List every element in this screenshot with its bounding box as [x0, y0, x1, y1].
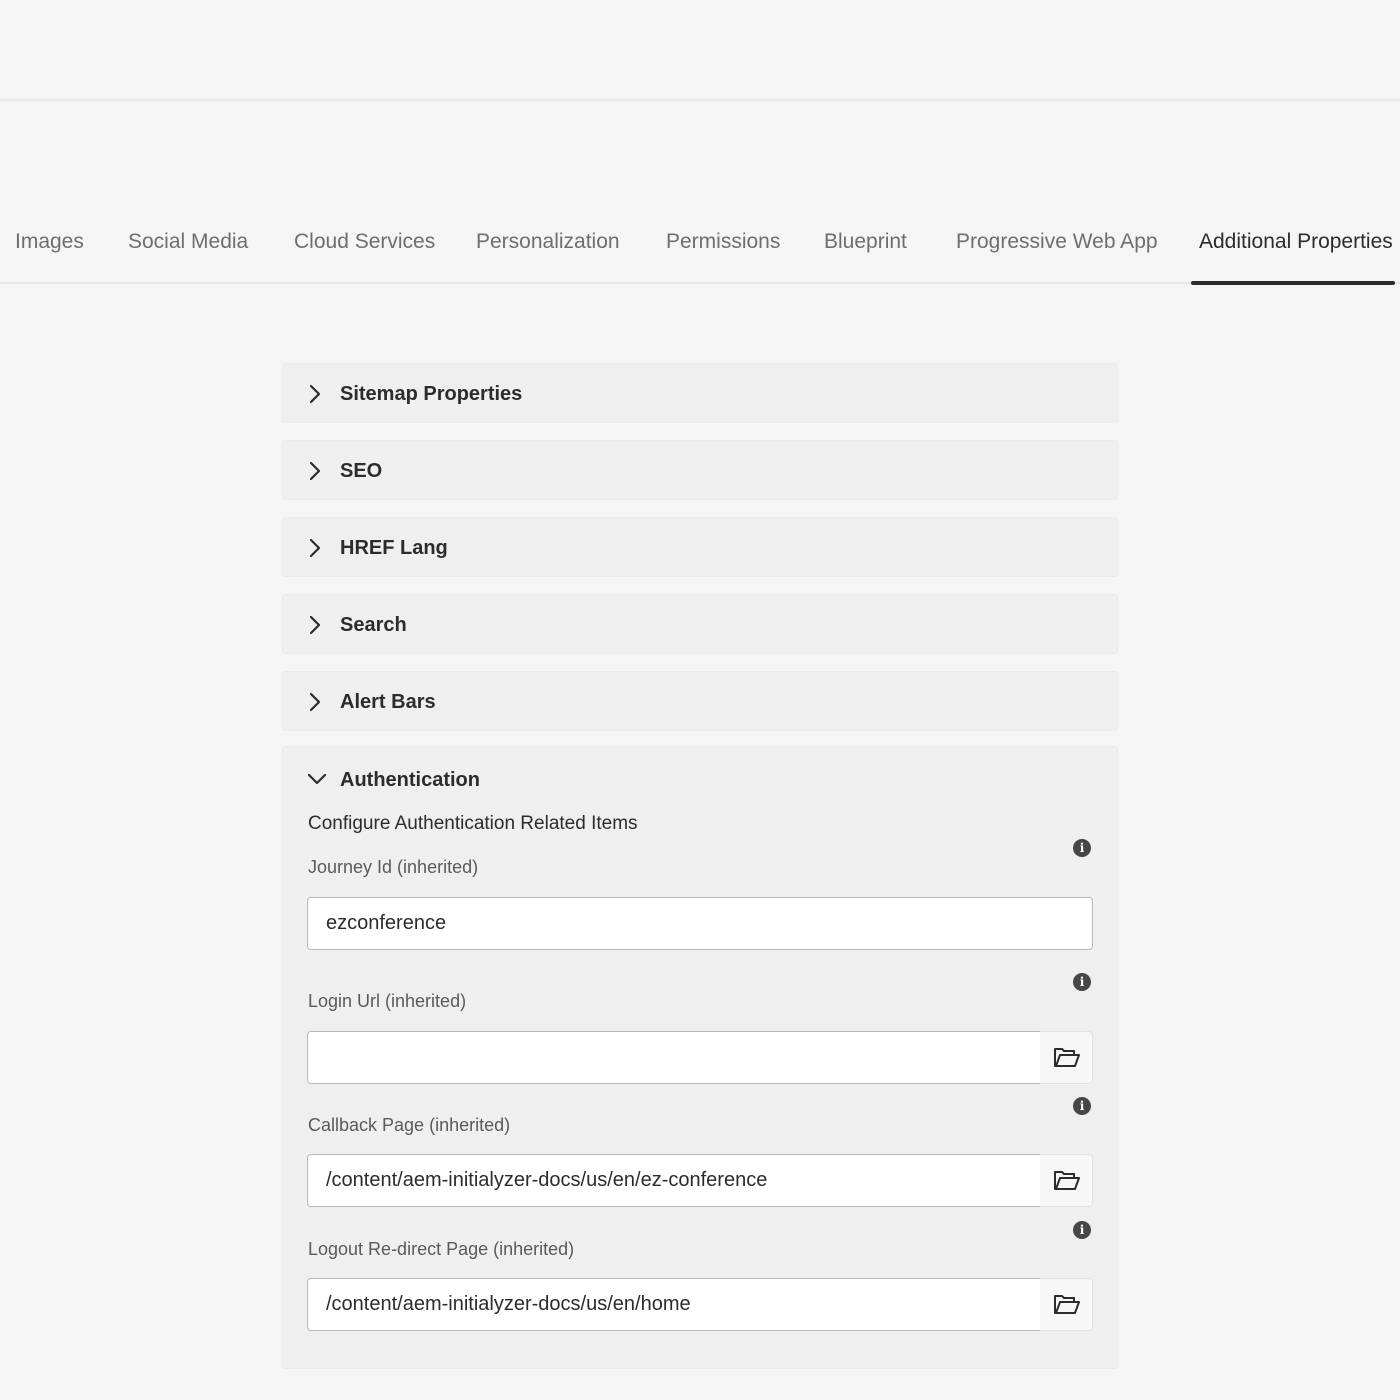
- active-tab-indicator: [1191, 281, 1395, 285]
- journey-id-input[interactable]: [307, 897, 1093, 950]
- accordion-title: Sitemap Properties: [340, 383, 523, 405]
- info-icon[interactable]: i: [1073, 1221, 1091, 1239]
- chevron-right-icon: [309, 615, 321, 635]
- accordion-title: HREF Lang: [340, 537, 448, 559]
- tab-images[interactable]: Images: [15, 230, 84, 284]
- folder-open-icon: [1054, 1295, 1080, 1314]
- accordion-title: Alert Bars: [340, 691, 436, 713]
- tab-progressive-web-app[interactable]: Progressive Web App: [956, 230, 1158, 284]
- chevron-right-icon: [309, 538, 321, 558]
- info-icon[interactable]: i: [1073, 1097, 1091, 1115]
- callback-page-label: Callback Page (inherited): [308, 1115, 511, 1135]
- accordion-search[interactable]: Search: [282, 594, 1118, 654]
- folder-open-icon: [1054, 1171, 1080, 1190]
- logout-redirect-page-label: Logout Re-direct Page (inherited): [308, 1239, 575, 1259]
- section-description: Configure Authentication Related Items: [308, 813, 638, 834]
- accordion-title: SEO: [340, 460, 383, 482]
- logout-redirect-page-input[interactable]: [307, 1278, 1041, 1331]
- journey-id-label: Journey Id (inherited): [308, 857, 479, 877]
- top-bar: [0, 0, 1400, 101]
- chevron-right-icon: [309, 692, 321, 712]
- tab-blueprint[interactable]: Blueprint: [824, 230, 907, 284]
- info-icon[interactable]: i: [1073, 973, 1091, 991]
- accordion-title: Search: [340, 614, 407, 636]
- chevron-right-icon: [309, 461, 321, 481]
- tab-permissions[interactable]: Permissions: [666, 230, 780, 284]
- accordion-title[interactable]: Authentication: [340, 769, 480, 792]
- login-url-browse-button[interactable]: [1040, 1031, 1093, 1084]
- folder-open-icon: [1054, 1048, 1080, 1067]
- accordion-alert-bars[interactable]: Alert Bars: [282, 671, 1118, 731]
- accordion-seo[interactable]: SEO: [282, 440, 1118, 500]
- accordion-href-lang[interactable]: HREF Lang: [282, 517, 1118, 577]
- chevron-right-icon: [309, 384, 321, 404]
- tab-personalization[interactable]: Personalization: [476, 230, 620, 284]
- accordion-authentication: Authentication Configure Authentication …: [282, 746, 1118, 1369]
- tab-bar: Images Social Media Cloud Services Perso…: [0, 208, 1400, 284]
- logout-redirect-page-browse-button[interactable]: [1040, 1278, 1093, 1331]
- login-url-input[interactable]: [307, 1031, 1041, 1084]
- callback-page-browse-button[interactable]: [1040, 1154, 1093, 1207]
- login-url-label: Login Url (inherited): [308, 991, 467, 1011]
- tab-social-media[interactable]: Social Media: [128, 230, 248, 284]
- chevron-down-icon[interactable]: [305, 769, 329, 789]
- tab-additional-properties[interactable]: Additional Properties: [1199, 230, 1393, 284]
- info-icon[interactable]: i: [1073, 839, 1091, 857]
- accordion-sitemap-properties[interactable]: Sitemap Properties: [282, 363, 1118, 423]
- callback-page-input[interactable]: [307, 1154, 1041, 1207]
- tab-cloud-services[interactable]: Cloud Services: [294, 230, 435, 284]
